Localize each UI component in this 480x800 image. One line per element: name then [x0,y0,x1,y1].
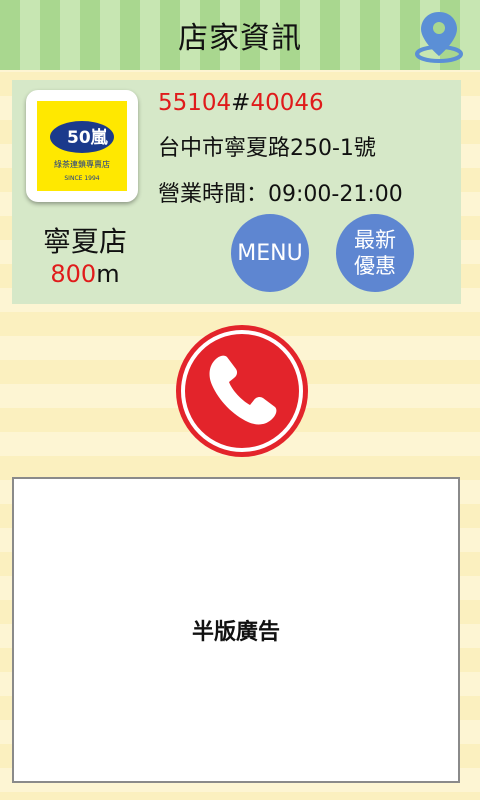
store-address: 台中市寧夏路250-1號 [158,136,376,161]
store-codes: 55104#40046 [158,90,324,116]
phone-icon [176,325,308,457]
store-logo: 50嵐 綠茶連鎖專賣店 SINCE 1994 [26,90,138,202]
50lan-logo-icon: 50嵐 綠茶連鎖專賣店 SINCE 1994 [50,121,114,182]
store-distance: 800m [30,260,140,288]
store-hours: 營業時間：09:00-21:00 [158,182,403,207]
logo-since: SINCE 1994 [64,175,99,182]
logo-yellow-panel: 50嵐 綠茶連鎖專賣店 SINCE 1994 [37,101,127,191]
store-name: 寧夏店 [42,225,127,258]
promo-label-line1: 最新 [354,228,396,252]
ad-label: 半版廣告 [191,620,280,645]
header-bar: 店家資訊 [0,0,480,70]
latest-promotions-button[interactable]: 最新 優惠 [336,214,414,292]
menu-button-label: MENU [237,240,303,266]
promo-label-line2: 優惠 [354,254,396,278]
store-code-b: 40046 [250,90,324,116]
logo-brand-text: 50嵐 [67,127,109,148]
store-code-a: 55104 [158,90,232,116]
page-title: 店家資訊 [178,21,302,56]
store-info-card: 50嵐 綠茶連鎖專賣店 SINCE 1994 55104#40046 台中市寧夏… [12,80,461,304]
distance-unit: m [96,260,120,288]
logo-subtitle: 綠茶連鎖專賣店 [54,159,110,169]
menu-button[interactable]: MENU [231,214,309,292]
distance-value: 800 [50,260,97,288]
map-pin-icon[interactable] [412,8,466,64]
call-button[interactable] [174,323,310,459]
half-page-ad[interactable]: 半版廣告 [12,477,460,783]
code-separator: # [231,90,251,116]
